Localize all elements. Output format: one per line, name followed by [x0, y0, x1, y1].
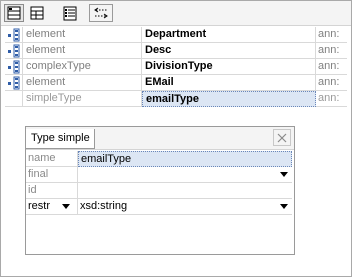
main-toolbar [1, 1, 351, 26]
panel-close-button[interactable] [273, 129, 291, 146]
element-annotation: ann: [316, 91, 347, 107]
element-annotation: ann: [316, 75, 347, 91]
grid-view-icon [30, 6, 44, 20]
numbered-list-icon [63, 6, 77, 20]
close-icon [277, 133, 287, 142]
restriction-kind-select[interactable]: restr [26, 199, 78, 215]
element-annotation: ann: [316, 43, 347, 59]
element-node-icon [8, 44, 20, 58]
id-field[interactable] [78, 183, 292, 199]
layout-view-button[interactable] [4, 4, 24, 22]
element-row[interactable]: element EMail ann: [5, 75, 347, 91]
grid-view-button[interactable] [27, 4, 47, 22]
property-label: final [26, 167, 78, 183]
element-name[interactable]: DivisionType [142, 59, 316, 75]
element-row[interactable]: complexType DivisionType ann: [5, 59, 347, 75]
schema-editor-window: element Department ann: element Desc ann… [0, 0, 352, 277]
element-node-icon [8, 76, 20, 90]
property-row-id[interactable]: id [26, 183, 292, 199]
element-row-selected[interactable]: simpleType emailType ann: [5, 91, 347, 107]
layout-view-icon [7, 6, 21, 20]
tab-type-simple[interactable]: Type simple [25, 129, 95, 149]
property-row-restriction[interactable]: restr xsd:string [26, 199, 292, 215]
property-row-name[interactable]: name emailType [26, 151, 292, 167]
property-label: id [26, 183, 78, 199]
name-field[interactable]: emailType [78, 151, 292, 167]
element-name[interactable]: Department [142, 27, 316, 43]
property-label: name [26, 151, 78, 167]
swap-arrows-icon [94, 7, 108, 19]
final-select[interactable] [78, 167, 292, 183]
property-row-final[interactable]: final [26, 167, 292, 183]
element-name[interactable]: EMail [142, 75, 316, 91]
element-kind: simpleType [23, 91, 142, 107]
complex-type-icon [8, 60, 20, 74]
chevron-down-icon[interactable] [62, 204, 70, 209]
element-kind: element [23, 27, 142, 43]
element-name[interactable]: Desc [142, 43, 316, 59]
element-annotation: ann: [316, 27, 347, 43]
swap-arrows-button[interactable] [89, 4, 113, 22]
element-annotation: ann: [316, 59, 347, 75]
element-row[interactable]: element Department ann: [5, 27, 347, 43]
element-row[interactable]: element Desc ann: [5, 43, 347, 59]
element-kind: element [23, 43, 142, 59]
chevron-down-icon[interactable] [280, 204, 288, 209]
element-kind: complexType [23, 59, 142, 75]
numbered-list-button[interactable] [60, 4, 80, 22]
element-name[interactable]: emailType [142, 91, 316, 107]
base-type-select[interactable]: xsd:string [78, 199, 292, 215]
element-node-icon [8, 28, 20, 42]
element-kind: element [23, 75, 142, 91]
chevron-down-icon[interactable] [280, 172, 288, 177]
